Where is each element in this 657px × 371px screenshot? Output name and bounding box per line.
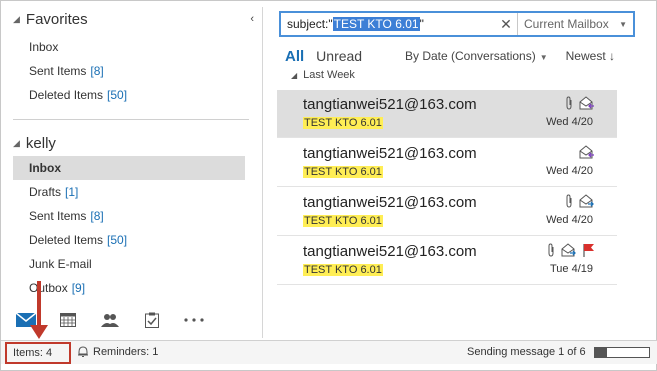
- search-prefix: subject:": [287, 17, 333, 31]
- folder-count: [50]: [107, 88, 128, 102]
- message-date: Wed 4/20: [546, 165, 593, 177]
- collapse-triangle-icon[interactable]: ◢: [13, 138, 20, 149]
- account-item-drafts[interactable]: Drafts [1]: [13, 180, 245, 204]
- progress-fill: [595, 348, 607, 357]
- nav-more-button[interactable]: [173, 302, 215, 338]
- reminders-indicator[interactable]: Reminders: 1: [77, 346, 158, 358]
- folder-count: [9]: [71, 281, 86, 295]
- nav-people-button[interactable]: [89, 302, 131, 338]
- sort-order-label: Newest: [565, 49, 606, 63]
- collapse-triangle-icon[interactable]: ◢: [291, 71, 297, 80]
- favorites-item-sent-items[interactable]: Sent Items [8]: [13, 59, 245, 83]
- search-scope-dropdown[interactable]: Current Mailbox ▼: [517, 13, 633, 35]
- reminders-label: Reminders: 1: [93, 346, 159, 358]
- message-icons: [579, 145, 595, 159]
- section-divider: [13, 119, 249, 120]
- filter-all-tab[interactable]: All: [285, 48, 304, 65]
- status-bar: Items: 4 Reminders: 1 Sending message 1 …: [1, 340, 657, 364]
- forwarded-icon: [579, 194, 594, 208]
- sort-by-label: By Date (Conversations): [405, 49, 536, 63]
- message-subject: TEST KTO 6.01: [303, 215, 383, 227]
- message-date: Tue 4/19: [549, 263, 593, 275]
- bell-icon: [78, 346, 88, 357]
- flag-icon[interactable]: [583, 243, 595, 257]
- favorites-header[interactable]: ◢ Favorites: [13, 11, 88, 28]
- search-scope-value: Current Mailbox: [524, 17, 609, 31]
- collapse-pane-chevron-icon[interactable]: ‹: [250, 13, 254, 25]
- sending-status: Sending message 1 of 6: [467, 346, 586, 358]
- folder-count: [50]: [107, 233, 128, 247]
- folder-label: Junk E-mail: [29, 257, 92, 271]
- send-progress-bar: [594, 347, 650, 358]
- folder-label: Inbox: [29, 40, 59, 54]
- nav-tasks-button[interactable]: [131, 302, 173, 338]
- account-item-sent-items[interactable]: Sent Items [8]: [13, 204, 245, 228]
- account-item-deleted-items[interactable]: Deleted Items [50]: [13, 228, 245, 252]
- outlook-window: ◢ Favorites ‹ Inbox Sent Items [8] Delete…: [0, 0, 657, 371]
- message-subject: TEST KTO 6.01: [303, 264, 383, 276]
- message-sender: tangtianwei521@163.com: [303, 96, 477, 113]
- replied-icon: [579, 145, 594, 159]
- message-row[interactable]: tangtianwei521@163.com TEST KTO 6.01 Wed…: [277, 90, 617, 138]
- chevron-down-icon: ▼: [539, 53, 548, 62]
- folder-label: Sent Items: [29, 209, 87, 223]
- favorites-item-inbox[interactable]: Inbox: [13, 35, 245, 59]
- message-icons: [565, 96, 595, 110]
- folder-count: [8]: [90, 64, 104, 78]
- filter-unread-tab[interactable]: Unread: [316, 48, 362, 64]
- message-row[interactable]: tangtianwei521@163.com TEST KTO 6.01 Wed…: [277, 188, 617, 236]
- message-icons: [565, 194, 595, 208]
- account-title: kelly: [25, 135, 56, 152]
- search-term: TEST KTO 6.01: [332, 17, 420, 31]
- search-suffix: ": [419, 17, 424, 31]
- paperclip-icon: [566, 96, 572, 110]
- account-item-inbox[interactable]: Inbox: [13, 156, 245, 180]
- message-sender: tangtianwei521@163.com: [303, 145, 477, 162]
- group-header-last-week[interactable]: ◢ Last Week: [291, 69, 355, 81]
- tasks-icon: [145, 312, 159, 328]
- arrow-down-icon: ↓: [609, 49, 615, 63]
- favorites-item-deleted-items[interactable]: Deleted Items [50]: [13, 83, 245, 107]
- group-header-label: Last Week: [303, 69, 355, 81]
- more-icon: [184, 318, 204, 322]
- paperclip-icon: [566, 194, 572, 208]
- search-input[interactable]: subject:"TEST KTO 6.01": [281, 17, 495, 31]
- search-box[interactable]: subject:"TEST KTO 6.01" ✕ Current Mailbo…: [279, 11, 635, 37]
- chevron-down-icon: ▼: [619, 19, 627, 29]
- folder-count: [1]: [65, 185, 79, 199]
- folder-label: Drafts: [29, 185, 62, 199]
- collapse-triangle-icon[interactable]: ◢: [13, 14, 20, 25]
- replied-icon: [579, 96, 594, 110]
- clear-search-icon[interactable]: ✕: [495, 16, 517, 33]
- paperclip-icon: [548, 243, 554, 257]
- message-subject: TEST KTO 6.01: [303, 166, 383, 178]
- account-item-junk-email[interactable]: Junk E-mail: [13, 252, 245, 276]
- folder-pane: ◢ Favorites ‹ Inbox Sent Items [8] Delete…: [5, 7, 263, 302]
- folder-label: Sent Items: [29, 64, 87, 78]
- folder-label: Inbox: [29, 161, 61, 175]
- nav-calendar-button[interactable]: [47, 302, 89, 338]
- message-sender: tangtianwei521@163.com: [303, 243, 477, 260]
- message-row[interactable]: tangtianwei521@163.com TEST KTO 6.01 Tue…: [277, 237, 617, 285]
- folder-label: Deleted Items: [29, 233, 104, 247]
- sort-order-toggle[interactable]: Newest ↓: [566, 49, 615, 63]
- favorites-title: Favorites: [25, 11, 88, 28]
- folder-label: Deleted Items: [29, 88, 104, 102]
- sort-by-dropdown[interactable]: By Date (Conversations) ▼: [405, 49, 548, 63]
- message-icons: [547, 243, 595, 257]
- message-date: Wed 4/20: [546, 116, 593, 128]
- message-date: Wed 4/20: [546, 214, 593, 226]
- folder-count: [8]: [90, 209, 104, 223]
- message-sender: tangtianwei521@163.com: [303, 194, 477, 211]
- account-header[interactable]: ◢ kelly: [13, 135, 56, 152]
- annotation-arrow: [30, 281, 48, 339]
- filter-row: All Unread By Date (Conversations) ▼ Newe…: [285, 45, 615, 67]
- forwarded-icon: [561, 243, 576, 257]
- items-count: Items: 4: [5, 342, 71, 364]
- people-icon: [101, 314, 119, 327]
- message-row[interactable]: tangtianwei521@163.com TEST KTO 6.01 Wed…: [277, 139, 617, 187]
- message-subject: TEST KTO 6.01: [303, 117, 383, 129]
- calendar-icon: [60, 313, 76, 327]
